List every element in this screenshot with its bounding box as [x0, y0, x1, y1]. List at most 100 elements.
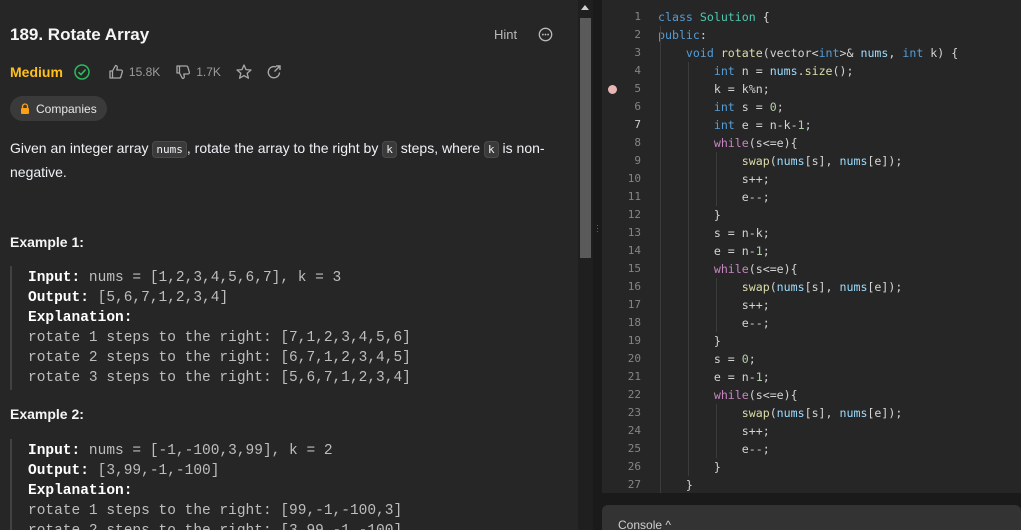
code-line[interactable]: 5 k = k%n; — [602, 80, 1021, 98]
code-line[interactable]: 10 s++; — [602, 170, 1021, 188]
code-text: e = n-1; — [658, 370, 770, 384]
code-text: } — [658, 460, 721, 474]
console-toggle-button[interactable]: Console ^ — [618, 518, 671, 530]
code-line[interactable]: 21 e = n-1; — [602, 368, 1021, 386]
explanation-line: rotate 2 steps to the right: [6,7,1,2,3,… — [28, 350, 411, 366]
indent-guide — [688, 62, 689, 476]
code-line[interactable]: 6 int s = 0; — [602, 98, 1021, 116]
scroll-up-arrow-icon[interactable] — [581, 5, 589, 10]
code-text: int s = 0; — [713, 100, 784, 114]
line-number: 23 — [627, 406, 641, 419]
line-number: 17 — [627, 298, 641, 311]
example-output-line: Output: [3,99,-1,-100] — [28, 461, 565, 481]
line-number: 15 — [627, 262, 641, 275]
code-text: k = k%n; — [658, 82, 770, 96]
code-line[interactable]: 7 int e = n-k-1; — [602, 116, 1021, 134]
line-number: 6 — [634, 100, 641, 113]
line-number: 16 — [627, 280, 641, 293]
code-line[interactable]: 15 while(s<=e){ — [602, 260, 1021, 278]
like-button[interactable]: 15.8K — [107, 63, 160, 81]
explanation-label: Explanation: — [28, 308, 565, 328]
line-number: 18 — [627, 316, 641, 329]
line-number: 11 — [627, 190, 641, 203]
code-line[interactable]: 8 while(s<=e){ — [602, 134, 1021, 152]
solved-check-icon — [74, 64, 90, 80]
code-line[interactable]: 27 } — [602, 476, 1021, 493]
inline-code: k — [484, 141, 499, 158]
star-icon[interactable] — [235, 63, 253, 81]
indent-guide — [716, 404, 717, 458]
code-text: } — [658, 208, 721, 222]
line-number: 3 — [634, 46, 641, 59]
code-line[interactable]: 25 e--; — [602, 440, 1021, 458]
code-line[interactable]: 1 class Solution { — [602, 8, 1021, 26]
share-icon[interactable] — [265, 63, 283, 81]
indent-guide — [716, 278, 717, 332]
input-value: nums = [1,2,3,4,5,6,7], k = 3 — [80, 270, 342, 286]
code-line[interactable]: 13 s = n-k; — [602, 224, 1021, 242]
companies-tag[interactable]: Companies — [10, 96, 107, 121]
explanation-line: rotate 1 steps to the right: [99,-1,-100… — [28, 503, 403, 519]
panel-splitter[interactable] — [593, 0, 602, 530]
code-text: swap(nums[s], nums[e]); — [741, 154, 903, 168]
line-number: 21 — [627, 370, 641, 383]
code-line[interactable]: 12 } — [602, 206, 1021, 224]
code-text: e--; — [658, 442, 770, 456]
code-text: void rotate(vector<int>& nums, int k) { — [685, 46, 959, 60]
description-scrollbar[interactable] — [578, 0, 593, 530]
example-input-line: Input: nums = [-1,-100,3,99], k = 2 — [28, 441, 565, 461]
lock-icon — [21, 103, 29, 114]
code-line[interactable]: 18 e--; — [602, 314, 1021, 332]
problem-meta-row: Medium 15.8K 1.7K — [10, 62, 283, 82]
code-text: swap(nums[s], nums[e]); — [741, 406, 903, 420]
scrollbar-thumb[interactable] — [580, 18, 591, 258]
code-line[interactable]: 24 s++; — [602, 422, 1021, 440]
code-line[interactable]: 17 s++; — [602, 296, 1021, 314]
explanation-line: rotate 3 steps to the right: [5,6,7,1,2,… — [28, 370, 411, 386]
code-line[interactable]: 20 s = 0; — [602, 350, 1021, 368]
console-bar[interactable]: Console ^ — [602, 505, 1021, 530]
thumbs-down-icon — [176, 65, 191, 80]
code-line[interactable]: 11 e--; — [602, 188, 1021, 206]
hint-button[interactable]: Hint — [494, 27, 517, 42]
line-number: 1 — [634, 10, 641, 23]
code-line[interactable]: 4 int n = nums.size(); — [602, 62, 1021, 80]
line-number: 2 — [634, 28, 641, 41]
output-value: [3,99,-1,-100] — [88, 463, 220, 479]
code-line[interactable]: 2 public: — [602, 26, 1021, 44]
code-text: s++; — [658, 172, 770, 186]
input-value: nums = [-1,-100,3,99], k = 2 — [80, 443, 333, 459]
code-line[interactable]: 16 swap(nums[s], nums[e]); — [602, 278, 1021, 296]
indent-guide — [660, 26, 661, 493]
explanation-label-text: Explanation: — [28, 310, 133, 326]
code-text: public: — [658, 28, 707, 42]
code-text: } — [658, 334, 721, 348]
code-text: e--; — [658, 316, 770, 330]
line-number: 7 — [634, 118, 641, 131]
input-label: Input: — [28, 443, 81, 459]
code-line[interactable]: 3 void rotate(vector<int>& nums, int k) … — [602, 44, 1021, 62]
example-1-title: Example 1: — [10, 234, 84, 250]
code-line[interactable]: 9 swap(nums[s], nums[e]); — [602, 152, 1021, 170]
more-icon[interactable] — [538, 27, 553, 42]
indent-guide — [716, 152, 717, 206]
problem-statement: Given an integer array nums, rotate the … — [10, 137, 570, 183]
code-line[interactable]: 19 } — [602, 332, 1021, 350]
code-text: } — [658, 478, 693, 492]
line-number: 10 — [627, 172, 641, 185]
drag-handle-icon[interactable]: · · · — [596, 221, 599, 236]
dislike-button[interactable]: 1.7K — [174, 63, 221, 81]
code-text: while(s<=e){ — [713, 262, 798, 276]
inline-code: k — [382, 141, 397, 158]
code-line[interactable]: 23 swap(nums[s], nums[e]); — [602, 404, 1021, 422]
problem-title: 189. Rotate Array — [10, 25, 150, 44]
code-editor[interactable]: 1 class Solution { 2 public: 3 void rotate(v… — [602, 0, 1021, 493]
output-value: [5,6,7,1,2,3,4] — [88, 290, 229, 306]
inline-code: nums — [152, 141, 187, 158]
code-line[interactable]: 26 } — [602, 458, 1021, 476]
code-text: int e = n-k-1; — [713, 118, 812, 132]
code-line[interactable]: 22 while(s<=e){ — [602, 386, 1021, 404]
code-line[interactable]: 14 e = n-1; — [602, 242, 1021, 260]
code-text: class Solution { — [658, 10, 770, 24]
code-text: s++; — [658, 298, 770, 312]
